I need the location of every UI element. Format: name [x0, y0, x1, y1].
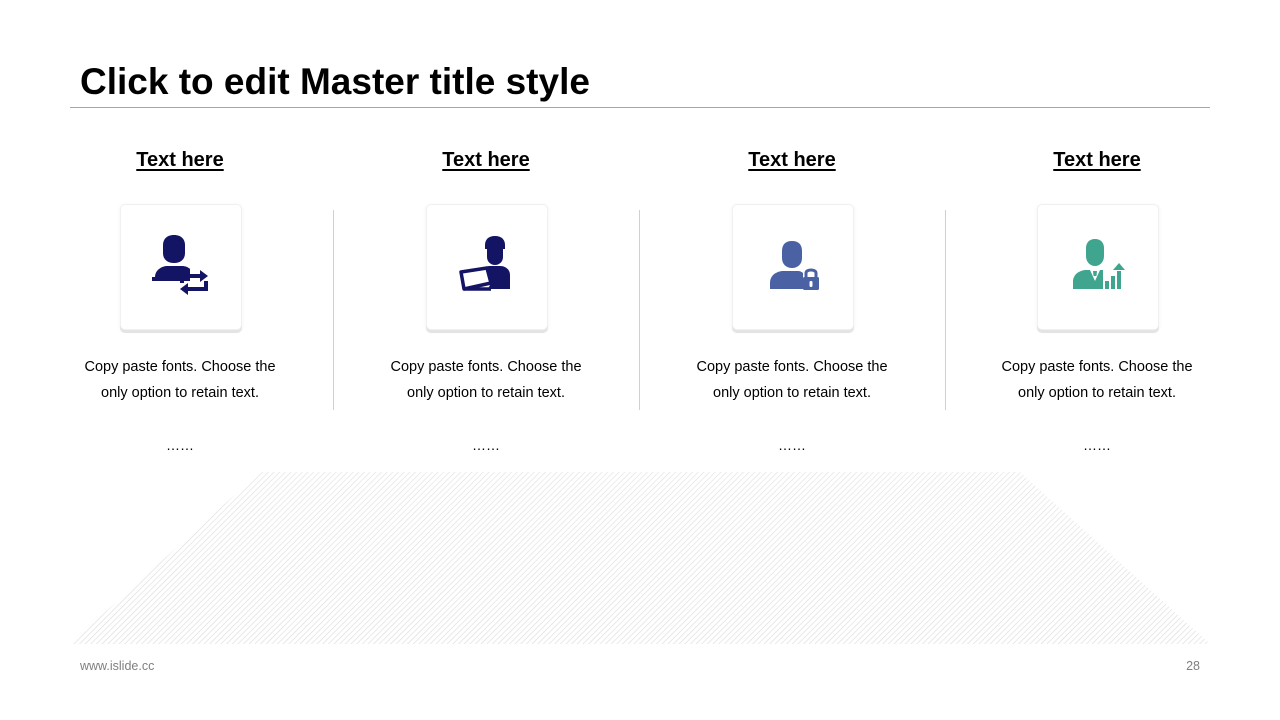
footer-url: www.islide.cc — [80, 659, 155, 673]
user-growth-icon — [1073, 239, 1125, 289]
column-description[interactable]: Copy paste fonts. Choose the only option… — [987, 354, 1207, 406]
floor-decoration — [70, 472, 1210, 644]
slide-title[interactable]: Click to edit Master title style — [80, 60, 590, 104]
column-heading[interactable]: Text here — [376, 146, 596, 174]
column-description[interactable]: Copy paste fonts. Choose the only option… — [682, 354, 902, 406]
feature-column-4: Text here Copy paste fonts. Choose the o… — [987, 140, 1207, 470]
column-ellipsis: …… — [1083, 437, 1111, 453]
column-divider — [333, 210, 334, 410]
column-ellipsis: …… — [778, 437, 806, 453]
column-heading[interactable]: Text here — [987, 146, 1207, 174]
column-heading[interactable]: Text here — [682, 146, 902, 174]
user-sync-icon — [152, 235, 208, 295]
column-ellipsis: …… — [472, 437, 500, 453]
icon-card — [120, 204, 242, 330]
column-heading[interactable]: Text here — [70, 146, 290, 174]
feature-column-1: Text here Copy paste fonts. Choose the o… — [70, 140, 290, 470]
column-divider — [639, 210, 640, 410]
column-ellipsis: …… — [166, 437, 194, 453]
column-description[interactable]: Copy paste fonts. Choose the only option… — [376, 354, 596, 406]
user-lock-icon — [770, 241, 819, 290]
feature-column-3: Text here Copy paste fonts. Choose the o… — [682, 140, 902, 470]
title-divider — [70, 107, 1210, 108]
icon-card — [426, 204, 548, 330]
icon-card — [732, 204, 854, 330]
user-laptop-icon — [459, 236, 510, 291]
column-divider — [945, 210, 946, 410]
column-description[interactable]: Copy paste fonts. Choose the only option… — [70, 354, 290, 406]
feature-column-2: Text here Copy paste fonts. Choose the o… — [376, 140, 596, 470]
icon-card — [1037, 204, 1159, 330]
page-number: 28 — [1186, 659, 1200, 673]
